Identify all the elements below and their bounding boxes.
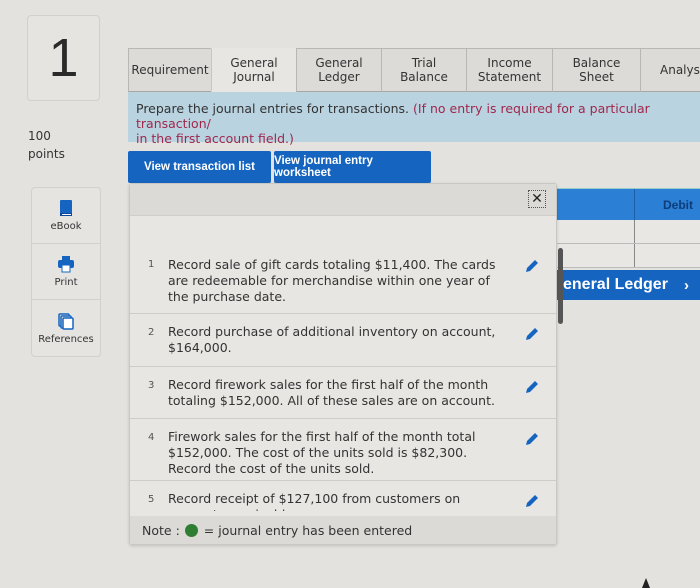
transaction-text: Record firework sales for the first half… — [168, 377, 495, 408]
note-label: Note : — [142, 522, 180, 538]
transaction-text: Record sale of gift cards totaling $11,4… — [168, 257, 496, 304]
transaction-item[interactable]: 2 Record purchase of additional inventor… — [130, 314, 556, 367]
pencil-icon[interactable] — [524, 326, 540, 342]
book-icon — [60, 200, 72, 216]
tab-bar: Requirement General Journal General Ledg… — [128, 48, 700, 92]
ebook-label: eBook — [50, 221, 82, 232]
tab-general-journal[interactable]: General Journal — [211, 48, 297, 92]
tab-income-statement[interactable]: Income Statement — [466, 48, 553, 92]
transaction-item[interactable]: 5 Record receipt of $127,100 from custom… — [130, 481, 556, 511]
worksheet-header-row: Debit — [555, 188, 700, 220]
transaction-number: 1 — [148, 259, 155, 270]
points-display: 100 points — [28, 127, 65, 163]
pencil-icon[interactable] — [524, 493, 540, 509]
view-journal-entry-worksheet-button[interactable]: View journal entry worksheet — [274, 151, 431, 183]
instructions-box: Prepare the journal entries for transact… — [128, 92, 700, 146]
points-label: points — [28, 147, 65, 161]
tab-analysis[interactable]: Analys — [640, 48, 700, 92]
transaction-item[interactable]: 1 Record sale of gift cards totaling $11… — [130, 246, 556, 314]
popup-header: ✕ — [130, 184, 556, 216]
references-button[interactable]: References — [32, 300, 100, 356]
note-text: = journal entry has been entered — [203, 522, 413, 538]
instructions-main: Prepare the journal entries for transact… — [136, 101, 410, 116]
transaction-text: Record receipt of $127,100 from customer… — [168, 491, 461, 511]
print-button[interactable]: Print — [32, 244, 100, 300]
transaction-number: 5 — [148, 494, 155, 505]
tab-requirement[interactable]: Requirement — [128, 48, 212, 92]
ebook-button[interactable]: eBook — [32, 188, 100, 244]
tab-general-ledger[interactable]: General Ledger — [296, 48, 382, 92]
tab-balance-sheet[interactable]: Balance Sheet — [552, 48, 641, 92]
worksheet-row — [555, 244, 700, 268]
points-value: 100 — [28, 129, 51, 143]
transaction-list-popup: ✕ 1 Record sale of gift cards totaling $… — [129, 183, 557, 545]
transaction-list: 1 Record sale of gift cards totaling $11… — [130, 246, 556, 511]
references-icon — [58, 312, 74, 330]
transaction-number: 3 — [148, 380, 155, 391]
debit-column-header: Debit — [663, 197, 693, 212]
close-icon[interactable]: ✕ — [528, 190, 546, 208]
transaction-text: Record purchase of additional inventory … — [168, 324, 496, 355]
left-sidebar: 1 100 points eBook Print References — [0, 0, 120, 588]
general-ledger-label: eneral Ledger — [563, 276, 668, 293]
mouse-cursor-icon — [642, 578, 650, 588]
popup-scrollbar[interactable] — [558, 248, 563, 324]
tab-trial-balance[interactable]: Trial Balance — [381, 48, 467, 92]
transaction-number: 4 — [148, 432, 155, 443]
transaction-item[interactable]: 3 Record firework sales for the first ha… — [130, 367, 556, 419]
general-ledger-link[interactable]: eneral Ledger › — [555, 270, 700, 300]
tools-panel: eBook Print References — [31, 187, 101, 357]
pencil-icon[interactable] — [524, 258, 540, 274]
printer-icon — [58, 256, 74, 273]
instructions-note-cont: in the first account field.) — [136, 131, 294, 146]
chevron-right-icon: › — [683, 276, 689, 294]
references-label: References — [38, 333, 94, 345]
print-label: Print — [54, 277, 78, 288]
pencil-icon[interactable] — [524, 431, 540, 447]
view-transaction-list-button[interactable]: View transaction list — [128, 151, 271, 189]
transaction-item[interactable]: 4 Firework sales for the first half of t… — [130, 419, 556, 481]
worksheet-row — [555, 220, 700, 244]
question-number: 1 — [27, 15, 100, 101]
legend-note: Note : = journal entry has been entered — [130, 516, 556, 544]
entered-indicator-icon — [184, 523, 198, 537]
journal-worksheet-table: Debit — [555, 188, 700, 268]
transaction-text: Firework sales for the first half of the… — [168, 429, 476, 476]
pencil-icon[interactable] — [524, 379, 540, 395]
transaction-number: 2 — [148, 327, 155, 338]
